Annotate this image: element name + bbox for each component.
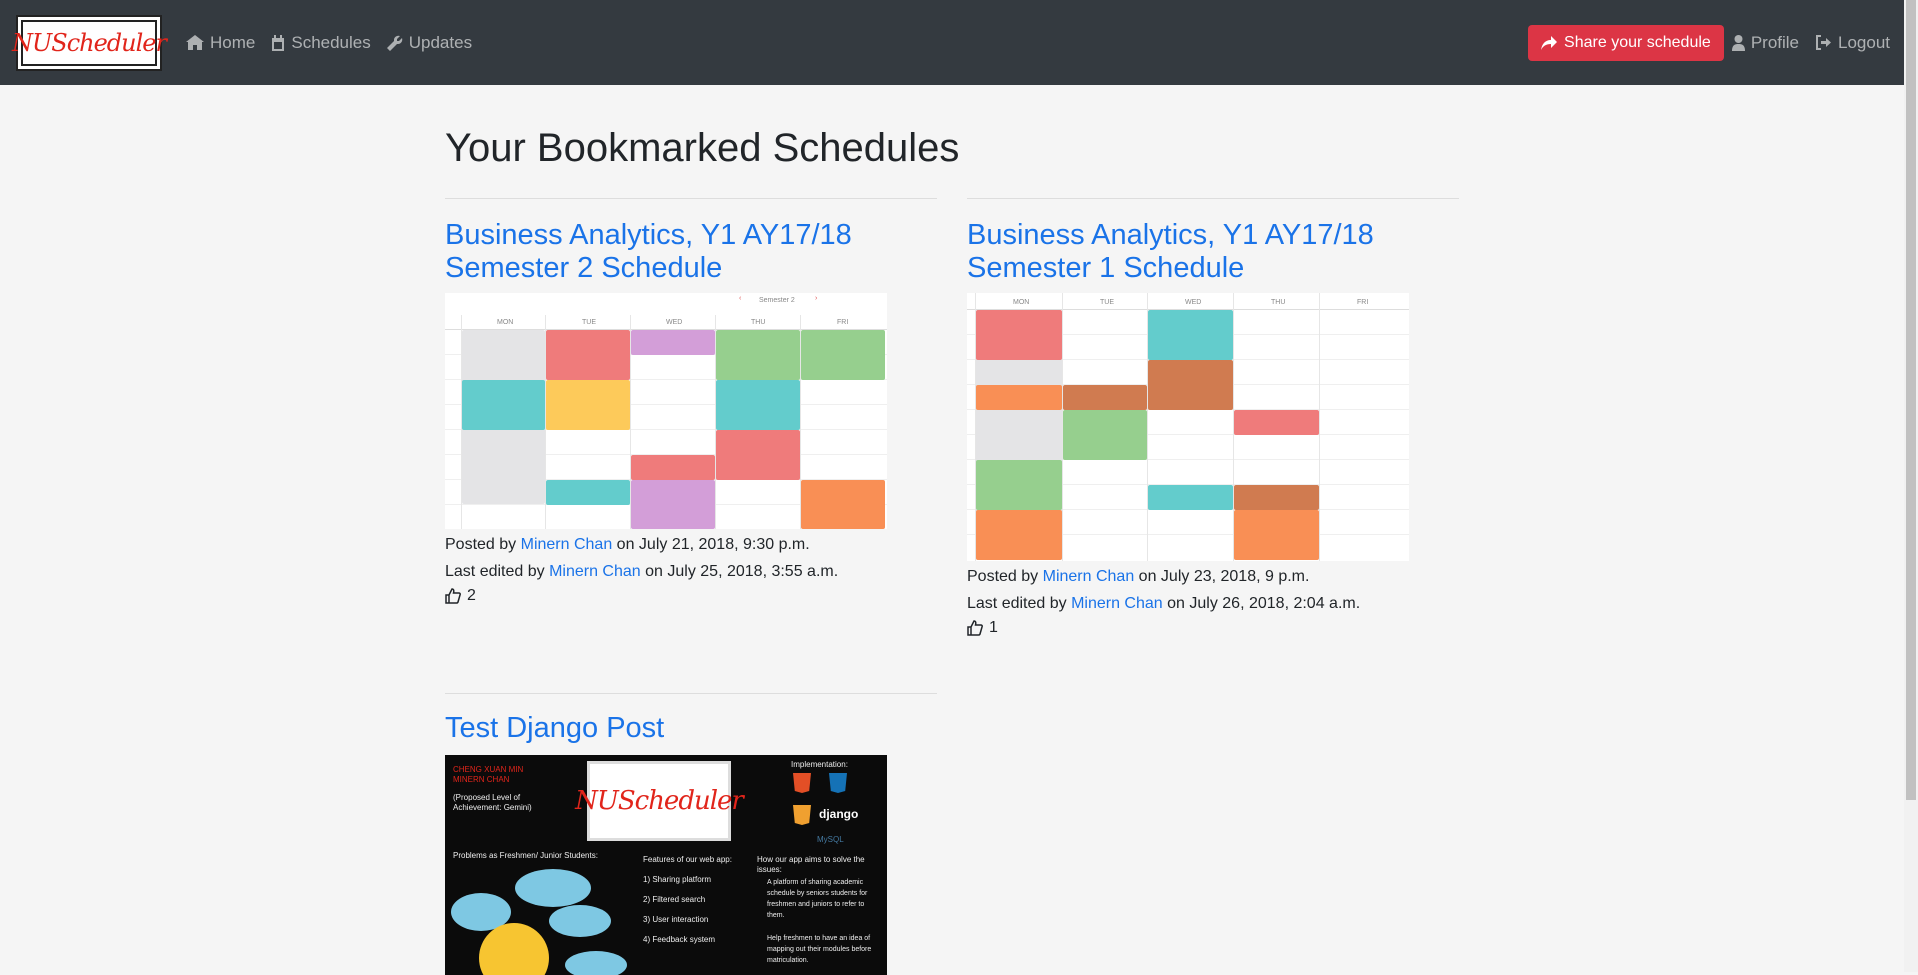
thought-cloud (549, 905, 611, 937)
share-icon (1541, 35, 1558, 50)
nav-profile-label: Profile (1750, 32, 1799, 52)
post-title-link[interactable]: Business Analytics, Y1 AY17/18 Semester … (967, 219, 1459, 285)
poster-feature: 3) User interaction (643, 915, 709, 924)
sign-out-icon (1816, 35, 1831, 50)
poster-feature: 1) Sharing platform (643, 875, 712, 884)
brand-logo[interactable]: NUScheduler (12, 14, 167, 71)
card-divider (967, 198, 1459, 199)
thought-cloud (515, 869, 591, 907)
nav-updates-label: Updates (408, 32, 473, 52)
poster-logo: NUScheduler (575, 761, 744, 841)
css3-icon (829, 773, 847, 793)
share-button-label: Share your schedule (1564, 33, 1711, 51)
java-icon (793, 805, 811, 825)
day-header-thu: THU (1271, 299, 1286, 306)
likes-count: 2 (467, 587, 476, 604)
poster-level: (Proposed Level of Achievement: Gemini) (453, 793, 532, 812)
schedule-thumbnail[interactable]: MON TUE WED THU FRI (967, 293, 1409, 561)
nav-schedules-link[interactable]: Schedules (271, 32, 371, 53)
poster-feature: 2) Filtered search (643, 895, 706, 904)
posted-by-line: Posted by Minern Chan on July 21, 2018, … (445, 531, 937, 558)
post-card: Test Django Post CHENG XUAN MIN MINERN C… (445, 693, 937, 975)
wrench-icon (386, 35, 403, 51)
prev-arrow-icon: ‹ (739, 295, 742, 302)
schedule-thumbnail[interactable]: Semester 2 ‹ › MON TUE WED THU FRI (445, 293, 887, 529)
nav-logout-link[interactable]: Logout (1815, 33, 1890, 53)
schedule-card: Business Analytics, Y1 AY17/18 Semester … (967, 198, 1459, 637)
day-header-wed: WED (666, 319, 683, 326)
mysql-icon: MySQL (817, 835, 844, 844)
page-scrollbar[interactable] (1904, 0, 1918, 972)
home-icon (186, 35, 204, 50)
nav-updates-link[interactable]: Updates (386, 32, 473, 53)
nav-profile-link[interactable]: Profile (1731, 32, 1799, 53)
card-divider (445, 693, 937, 694)
day-header-fri: FRI (1357, 299, 1369, 306)
edited-by-prefix: Last edited by (445, 563, 545, 580)
likes-count: 1 (989, 619, 998, 636)
post-title-link[interactable]: Business Analytics, Y1 AY17/18 Semester … (445, 219, 937, 285)
posted-date: on July 23, 2018, 9 p.m. (1138, 568, 1310, 585)
share-schedule-button[interactable]: Share your schedule (1528, 24, 1724, 61)
day-header-tue: TUE (582, 319, 596, 326)
poster-implementation: Implementation: (791, 760, 848, 769)
top-navbar: NUScheduler Home Schedules Updates Share… (0, 0, 1904, 85)
poster-aim: Help freshmen to have an idea of mapping… (767, 935, 872, 964)
day-header-wed: WED (1185, 299, 1202, 306)
author-link[interactable]: Minern Chan (521, 536, 613, 553)
thumbs-up-icon[interactable] (967, 620, 983, 636)
day-header-fri: FRI (837, 319, 849, 326)
likes-row: 1 (967, 619, 1459, 637)
user-icon (1731, 34, 1745, 51)
day-header-mon: MON (1013, 299, 1030, 306)
card-divider (445, 198, 937, 199)
poster-authors: CHENG XUAN MIN MINERN CHAN (453, 765, 524, 784)
thinking-face-icon (479, 923, 549, 975)
poster-aims-title: How our app aims to solve the issues: (757, 855, 865, 874)
scrollbar-thumb[interactable] (1906, 0, 1916, 800)
semester-label: Semester 2 (759, 297, 795, 304)
day-header-mon: MON (497, 319, 514, 326)
poster-aim: A platform of sharing academic schedule … (767, 879, 868, 919)
last-edited-line: Last edited by Minern Chan on July 26, 2… (967, 590, 1459, 617)
nav-home-label: Home (210, 32, 256, 52)
nav-links: Home Schedules Updates (186, 33, 488, 53)
thumbs-up-icon[interactable] (445, 588, 461, 604)
poster-logo-text: NUScheduler (575, 786, 744, 816)
posted-by-prefix: Posted by (967, 568, 1039, 585)
calendar-icon (272, 34, 285, 51)
edited-by-prefix: Last edited by (967, 595, 1067, 612)
edited-date: on July 26, 2018, 2:04 a.m. (1167, 595, 1361, 612)
thought-cloud (565, 951, 627, 975)
post-poster-image[interactable]: CHENG XUAN MIN MINERN CHAN (Proposed Lev… (445, 755, 887, 975)
post-title-link[interactable]: Test Django Post (445, 712, 937, 745)
editor-link[interactable]: Minern Chan (549, 563, 641, 580)
posted-by-prefix: Posted by (445, 536, 517, 553)
poster-feature: 4) Feedback system (643, 935, 716, 944)
poster-problems: Problems as Freshmen/ Junior Students: (453, 851, 598, 860)
django-icon: django (819, 807, 859, 821)
last-edited-line: Last edited by Minern Chan on July 25, 2… (445, 558, 937, 585)
likes-row: 2 (445, 587, 937, 605)
author-link[interactable]: Minern Chan (1043, 568, 1135, 585)
brand-text: NUScheduler (12, 28, 167, 57)
next-arrow-icon: › (815, 295, 818, 302)
day-header-tue: TUE (1100, 299, 1114, 306)
nav-logout-label: Logout (1838, 32, 1890, 52)
day-header-thu: THU (751, 319, 766, 326)
html5-icon (793, 773, 811, 793)
poster-features-title: Features of our web app: (643, 855, 732, 864)
editor-link[interactable]: Minern Chan (1071, 595, 1163, 612)
edited-date: on July 25, 2018, 3:55 a.m. (645, 563, 839, 580)
nav-schedules-label: Schedules (291, 32, 371, 52)
nav-right: Share your schedule Profile Logout (1528, 24, 1890, 61)
nav-home-link[interactable]: Home (186, 33, 255, 53)
schedule-card: Business Analytics, Y1 AY17/18 Semester … (445, 198, 937, 605)
page-title: Your Bookmarked Schedules (445, 126, 960, 170)
posted-by-line: Posted by Minern Chan on July 23, 2018, … (967, 563, 1459, 590)
posted-date: on July 21, 2018, 9:30 p.m. (616, 536, 810, 553)
